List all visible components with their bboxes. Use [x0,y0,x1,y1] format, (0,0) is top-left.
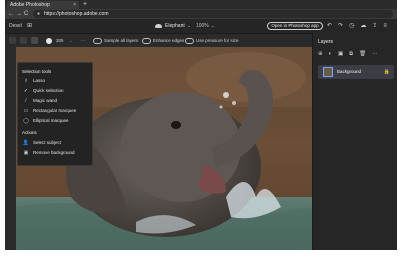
lock-icon: ● [37,11,41,17]
doc-name: Elephant [165,23,185,29]
selection-tools-heading: Selection tools [22,69,52,74]
quick-selection-tool-icon[interactable] [9,37,16,44]
rect-marquee-icon: ▭ [23,108,29,114]
forward-icon[interactable]: → [16,9,22,19]
app-window: Adobe Photoshop × + ← → C ● https://phot… [5,0,397,250]
tool-rectangular-marquee[interactable]: ▭ Rectangular marquee [22,106,92,115]
redo-icon[interactable]: ↷ [338,19,343,33]
share-icon[interactable]: ⇪ [372,19,377,33]
url-field[interactable]: ● https://photoshop.adobe.com [33,10,393,18]
tool-lasso-label: Lasso [33,78,46,83]
toggle-icon [142,37,151,44]
actions-heading: Actions [22,130,37,135]
selection-tools-flyout: Selection tools ℓ Lasso ✓ Quick selection … [17,62,93,166]
open-in-photoshop-button[interactable]: Open in Photoshop app [267,22,323,30]
cloud-icon[interactable]: ☁ [360,19,366,33]
mask-icon[interactable]: ▣ [338,51,343,58]
use-pressure-toggle[interactable]: Use pressure for size [185,34,239,48]
brush-size-value[interactable]: 305 [56,34,64,48]
zoom-level[interactable]: 100% [196,23,209,29]
deselect-label[interactable]: Desel [9,19,22,33]
layers-toolbar: ⊕ ◐ ▣ ⧉ 🗑 ··· [318,51,378,58]
tab-title: Adobe Photoshop [10,2,50,8]
reload-icon[interactable]: C [24,9,28,19]
lasso-icon: ℓ [25,78,27,84]
url-text: https://photoshop.adobe.com [44,11,109,17]
add-layer-icon[interactable]: ⊕ [318,51,323,58]
more-options-button[interactable]: ··· [81,34,86,48]
layers-panel: Layers ⊕ ◐ ▣ ⧉ 🗑 ··· Background 🔒 [312,33,397,250]
left-toolbar [5,47,16,250]
app-header: Desel ⊞ Elephant ⌄ 100% ⌄ Open in Photoshop… [5,19,397,33]
remove-background-label: Remove background [33,150,75,155]
undo-icon[interactable]: ↶ [327,19,332,33]
toggle-icon [185,37,194,44]
layer-name: Background [337,69,362,74]
browser-tab[interactable]: Adobe Photoshop × [7,1,79,9]
lock-icon[interactable]: 🔒 [384,65,390,79]
toggle-icon [93,37,102,44]
address-bar: ← → C ● https://photoshop.adobe.com [5,9,397,19]
layer-row-background[interactable]: Background 🔒 [318,65,394,79]
add-selection-icon[interactable] [31,37,38,44]
select-subject-label: Select subject [33,140,62,145]
magic-wand-icon: ⁄ [25,98,27,104]
cloud-doc-icon [155,23,162,28]
tool-magic-wand-label: Magic wand [33,98,58,103]
tool-rectangular-marquee-label: Rectangular marquee [33,108,77,113]
document-title[interactable]: Elephant ⌄ 100% ⌄ [155,19,217,33]
layers-panel-title: Layers [318,39,334,45]
header-icons: ↶ ↷ ◷ ☁ ⇪ ≡ [327,19,387,33]
subtract-selection-icon[interactable] [20,37,27,44]
chevron-down-icon: ⌄ [186,23,191,29]
new-tab-icon[interactable]: + [83,0,87,9]
quick-selection-icon: ✓ [23,88,29,94]
chevron-down-icon: ⌄ [210,23,215,29]
browser-tab-bar: Adobe Photoshop × + [5,0,397,9]
history-icon[interactable]: ◷ [349,19,354,33]
ellipse-marquee-icon: ◯ [23,118,29,124]
remove-background-icon: ▣ [23,150,29,156]
brush-size-icon[interactable] [46,38,52,44]
tool-quick-selection-label: Quick selection [33,88,64,93]
action-remove-background[interactable]: ▣ Remove background [22,148,92,157]
enhance-edges-label: Enhance edges [153,38,185,43]
more-icon[interactable]: ··· [372,51,378,58]
fx-icon[interactable]: ⧉ [349,51,353,58]
enhance-edges-toggle[interactable]: Enhance edges [142,34,184,48]
sample-all-layers-label: Sample all layers [104,38,139,43]
tool-magic-wand[interactable]: ⁄ Magic wand [22,96,92,105]
action-select-subject[interactable]: 👤 Select subject [22,138,92,147]
tool-quick-selection[interactable]: ✓ Quick selection [22,86,92,95]
back-icon[interactable]: ← [8,9,14,19]
use-pressure-label: Use pressure for size [196,38,239,43]
delete-icon[interactable]: 🗑 [359,51,366,58]
sample-all-layers-toggle[interactable]: Sample all layers [93,34,138,48]
select-subject-icon: 👤 [22,140,30,146]
tool-lasso[interactable]: ℓ Lasso [22,76,92,85]
chevron-down-icon[interactable]: ⌄ [69,34,73,48]
tool-elliptical-marquee[interactable]: ◯ Elliptical marquee [22,116,92,125]
adjustment-icon[interactable]: ◐ [329,51,332,58]
close-icon[interactable]: × [73,1,76,9]
grid-icon[interactable]: ⊞ [27,19,32,33]
layer-thumbnail [323,67,333,77]
tool-elliptical-marquee-label: Elliptical marquee [33,118,69,123]
menu-icon[interactable]: ≡ [383,19,387,33]
